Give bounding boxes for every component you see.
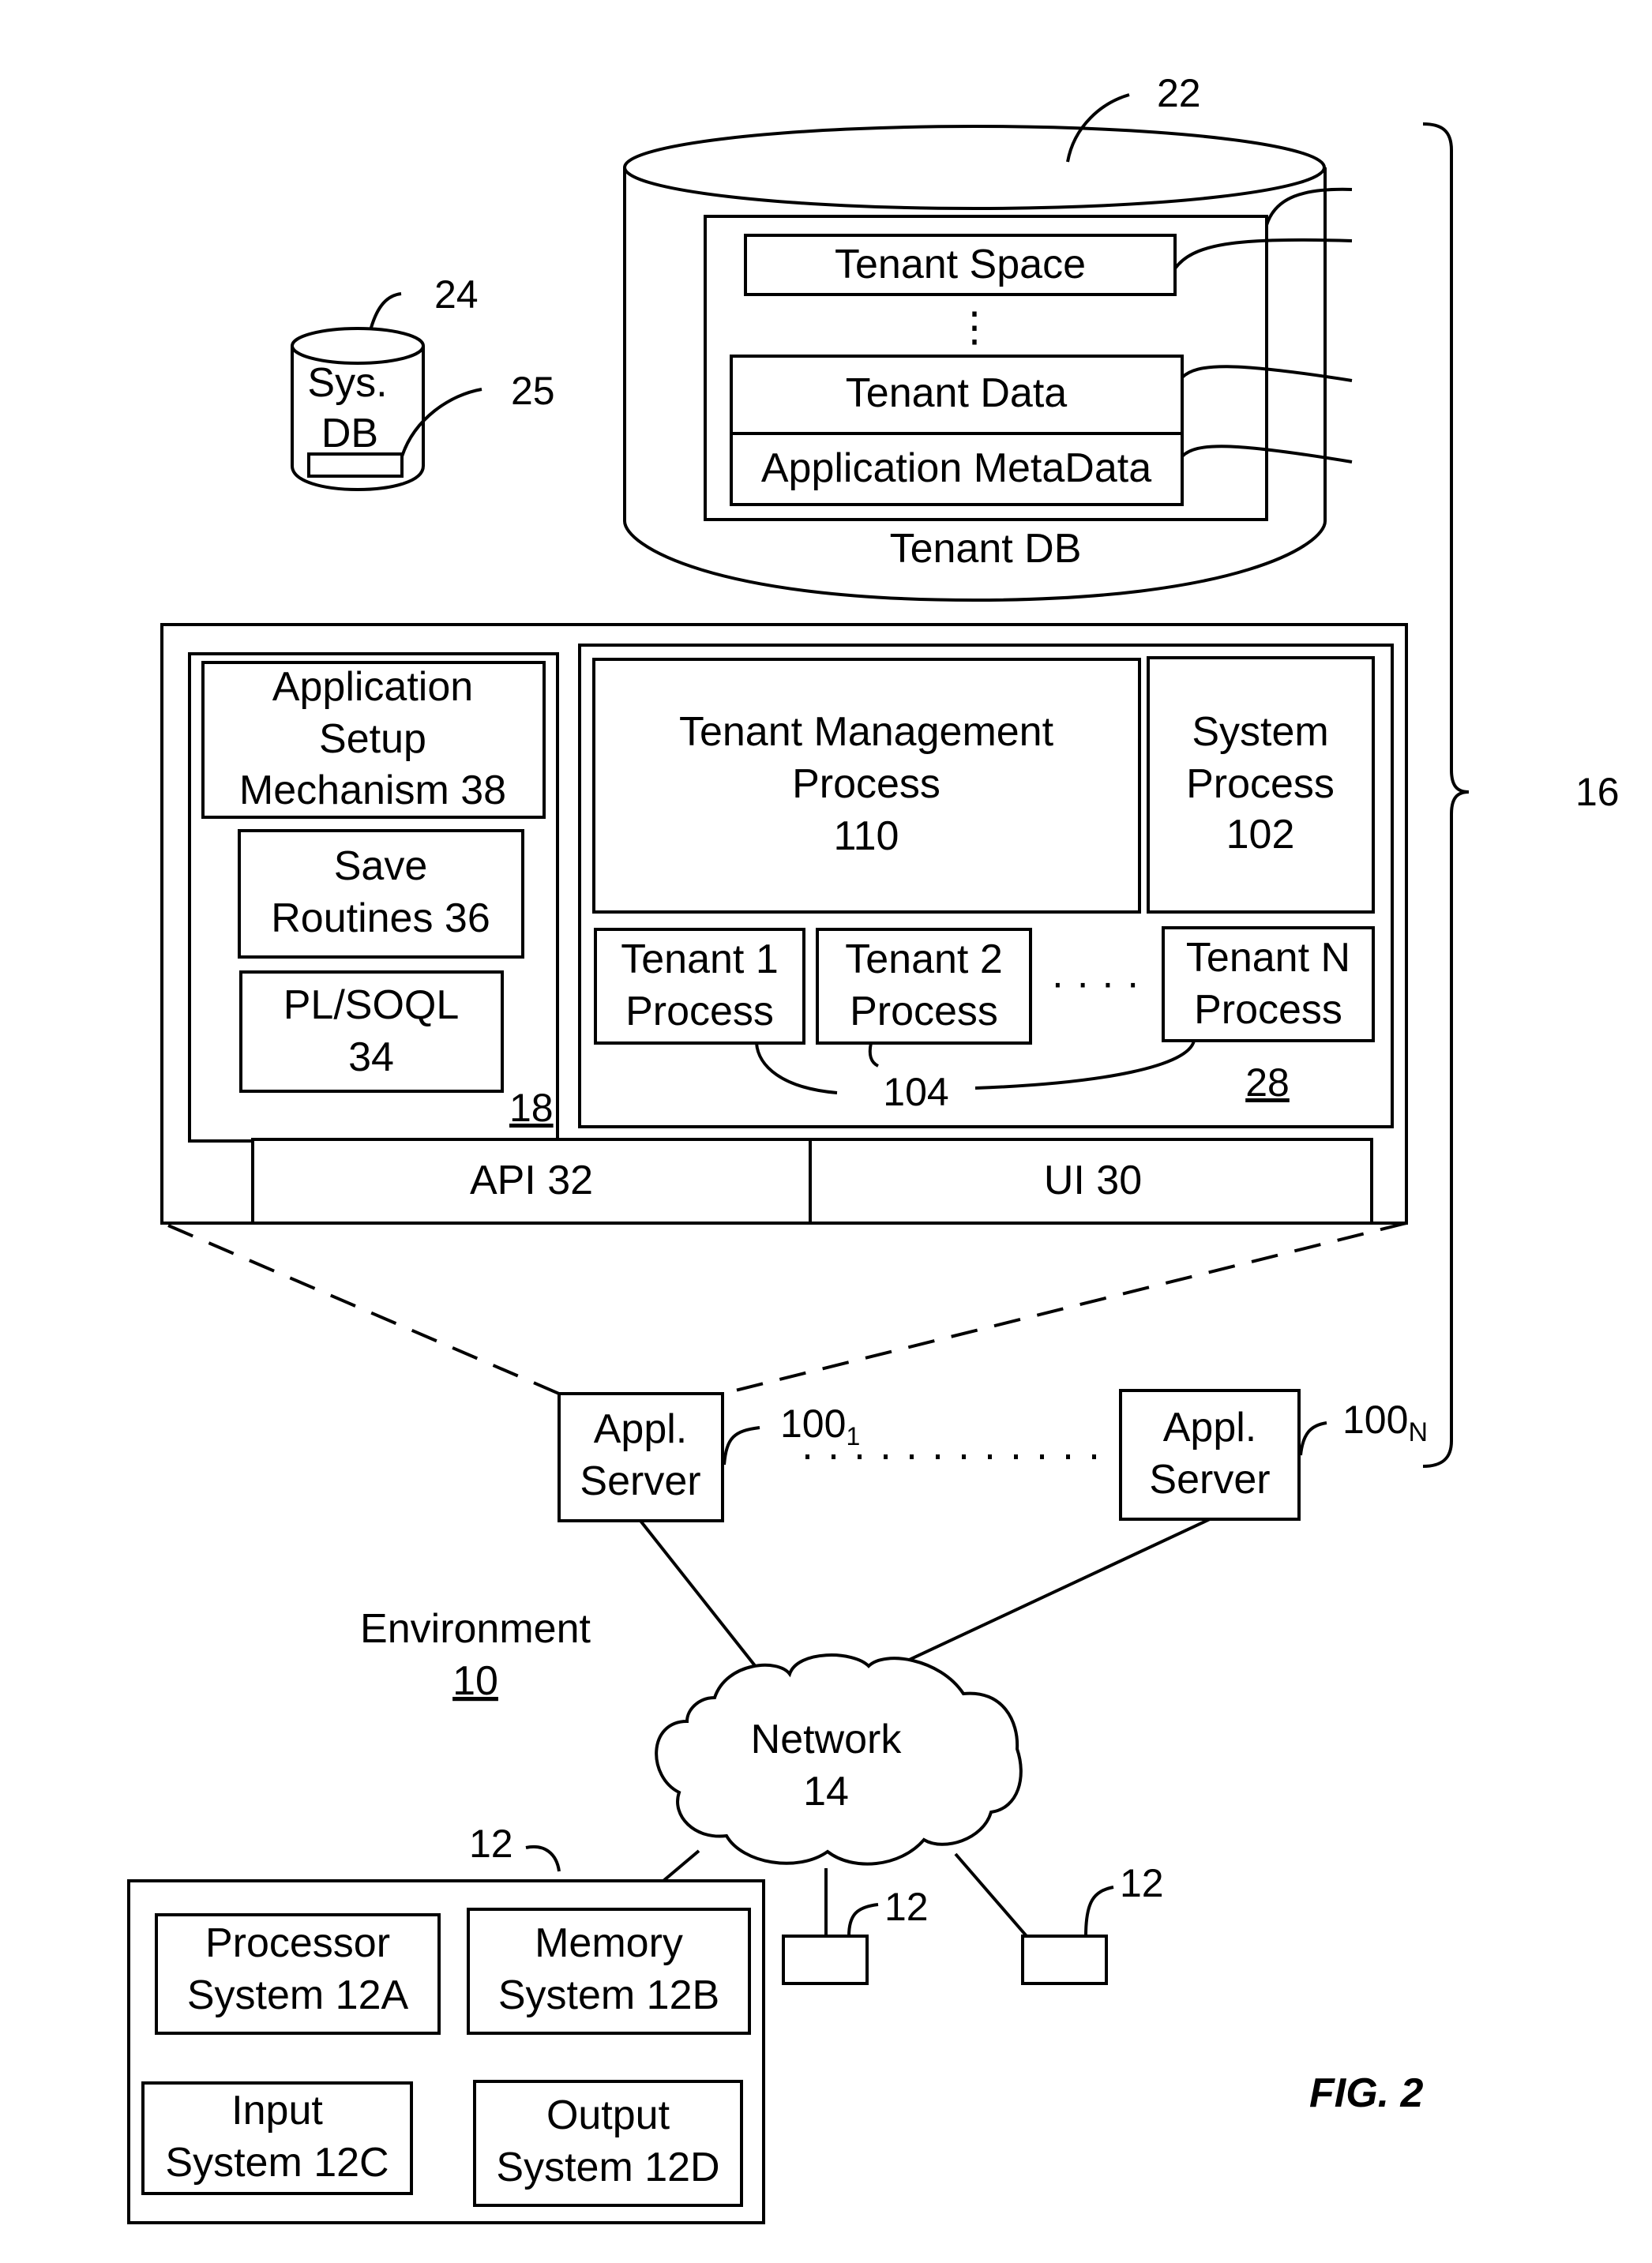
sys-db-item-ref: 25 (511, 369, 555, 413)
app-metadata-label: Application MetaData (761, 445, 1151, 491)
save-routines-line1: Save (334, 843, 428, 889)
tenant-db-ref: 22 (1157, 71, 1201, 115)
app-platform-ref: 18 (509, 1086, 554, 1130)
system-brace: 16 (1422, 122, 1620, 1468)
app-server-1-line2: Server (580, 1458, 700, 1504)
app-server-1-line1: Appl. (594, 1406, 688, 1452)
tenant-mgmt-line2: Process (792, 761, 941, 807)
app-server-1-network-link (639, 1519, 758, 1669)
memory-system-line2: System 12B (498, 1972, 719, 2018)
process-space-ref: 28 (1245, 1060, 1290, 1105)
memory-system-line1: Memory (535, 1920, 683, 1966)
system-ref: 16 (1575, 770, 1620, 814)
tenant-1-line2: Process (625, 989, 774, 1034)
detail-dashed-left (167, 1224, 560, 1395)
system-diagram: 22 Tenant Space ⋮ Tenant Data Applicatio… (127, 71, 1620, 2224)
output-system-line1: Output (546, 2092, 670, 2138)
processor-system-line2: System 12A (187, 1972, 409, 2018)
tenant-db: 22 Tenant Space ⋮ Tenant Data Applicatio… (623, 71, 1353, 602)
input-system-line2: System 12C (165, 2140, 389, 2186)
user-system-leader (525, 1845, 561, 1872)
tenant-1-line1: Tenant 1 (621, 936, 779, 982)
app-server-1-ref-sub: 1 (846, 1422, 860, 1450)
client-3-box (1021, 1935, 1108, 1985)
client-2: 12 (782, 1885, 929, 1985)
app-setup-line1: Application (272, 664, 473, 710)
sys-db-line1: Sys. (307, 360, 387, 406)
app-server-n-ref-sub: N (1408, 1417, 1428, 1447)
ui-label: UI 30 (1044, 1158, 1142, 1203)
processor-system-line1: Processor (205, 1920, 390, 1966)
network-client-3-link (954, 1852, 1028, 1938)
tenant-db-top (623, 125, 1326, 210)
client-3-ref: 12 (1120, 1861, 1164, 1905)
network: Network 14 (655, 1653, 1023, 1866)
client-2-box (782, 1935, 869, 1985)
user-system: 12 Processor System 12A Memory System 12… (127, 1822, 765, 2224)
environment-label: Environment (360, 1606, 591, 1652)
client-2-ref: 12 (884, 1885, 929, 1929)
system-process-line1: System (1192, 709, 1328, 755)
client-2-leader (847, 1903, 879, 1937)
app-server-1-ref-base: 100 (780, 1402, 846, 1446)
plsoql-line2: 34 (348, 1034, 394, 1080)
tenant-2-line1: Tenant 2 (845, 936, 1003, 982)
tenant-space-ellipsis: ⋮ (954, 305, 995, 351)
sys-db-ref: 24 (434, 272, 479, 317)
tenant-mgmt-line3: 110 (834, 813, 899, 859)
app-server-1-leader (723, 1426, 760, 1466)
sys-db-item (307, 452, 404, 478)
tenant-data-label: Tenant Data (846, 370, 1067, 416)
app-server-n-ref: 100N (1342, 1398, 1428, 1447)
tenant-mgmt-line1: Tenant Management (679, 709, 1054, 755)
save-routines-line2: Routines 36 (271, 895, 490, 941)
brace-icon (1422, 122, 1470, 1468)
network-line1: Network (751, 1717, 903, 1762)
tenant-n-line2: Process (1194, 987, 1342, 1033)
tenant-db-label: Tenant DB (890, 526, 1082, 572)
figure-label: FIG. 2 (1309, 2070, 1424, 2116)
sys-db: 24 Sys. DB 25 (291, 272, 555, 492)
detail-dashed-right (722, 1222, 1407, 1395)
user-system-ref: 12 (469, 1822, 513, 1866)
app-server-n-ref-base: 100 (1342, 1398, 1408, 1442)
app-server-n-leader (1299, 1421, 1327, 1456)
sys-db-leader (370, 292, 402, 328)
api-label: API 32 (470, 1158, 593, 1203)
output-system-line2: System 12D (496, 2145, 719, 2190)
network-user-system-link (662, 1849, 700, 1882)
app-server-1: Appl. Server 1001 (558, 1392, 860, 1522)
client-3: 12 (1021, 1861, 1164, 1985)
tenant-2-line2: Process (850, 989, 998, 1034)
plsoql-line1: PL/SOQL (283, 982, 460, 1028)
network-line2: 14 (803, 1769, 849, 1815)
app-server-detail: Application Setup Mechanism 38 Save Rout… (160, 623, 1408, 1225)
app-server-1-ref: 1001 (780, 1402, 860, 1450)
app-server-n-network-link (892, 1518, 1211, 1669)
environment-ref: 10 (452, 1658, 498, 1704)
tenant-space-label: Tenant Space (835, 242, 1086, 287)
system-process-line2: Process (1186, 761, 1335, 807)
app-setup-line3: Mechanism 38 (239, 767, 506, 813)
sys-db-top (291, 327, 425, 365)
tenant-process-ref: 104 (883, 1070, 948, 1114)
sys-db-line2: DB (321, 411, 378, 456)
client-3-leader (1084, 1886, 1114, 1937)
tenant-process-ellipsis: · · · · (1051, 960, 1140, 1006)
app-server-n: Appl. Server 100N (1119, 1389, 1428, 1521)
app-setup-line2: Setup (319, 716, 426, 762)
tenant-n-line1: Tenant N (1186, 935, 1350, 981)
input-system-line1: Input (231, 2088, 323, 2134)
system-process-line3: 102 (1226, 812, 1295, 858)
app-server-n-line2: Server (1149, 1457, 1270, 1503)
app-server-n-line1: Appl. (1163, 1405, 1257, 1450)
